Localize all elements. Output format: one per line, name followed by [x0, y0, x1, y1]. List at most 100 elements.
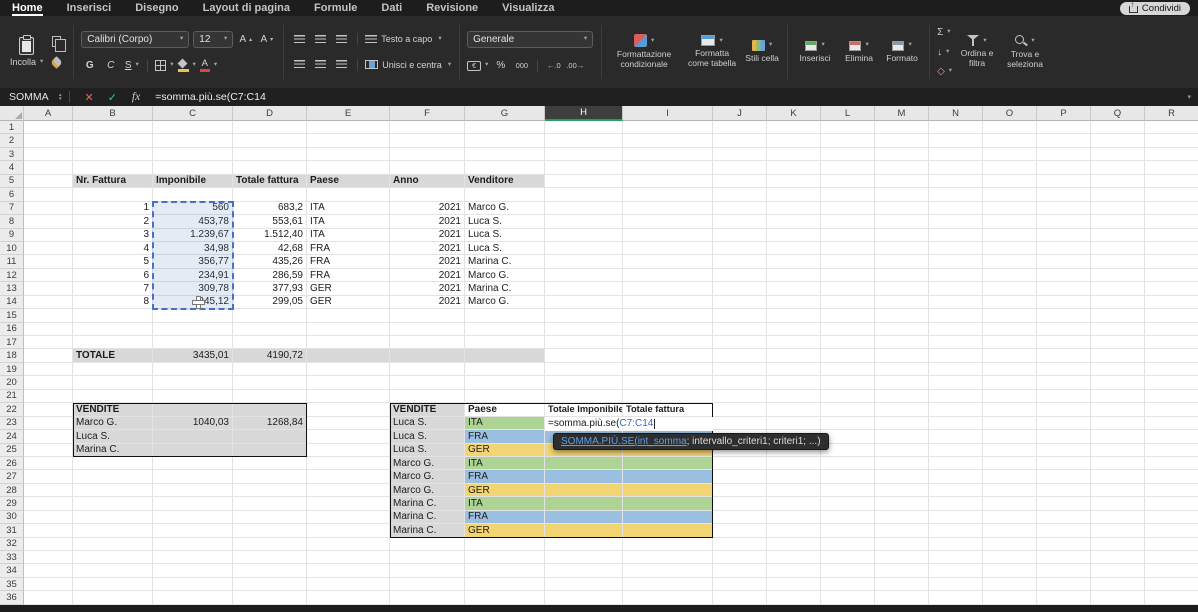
grid-cell-H33[interactable] — [545, 551, 623, 564]
grid-cell-Q18[interactable] — [1091, 349, 1145, 362]
grid-cell-Q11[interactable] — [1091, 255, 1145, 268]
grid-cell-M20[interactable] — [875, 376, 929, 389]
grid-cell-H10[interactable] — [545, 242, 623, 255]
grid-cell-D10[interactable]: 42,68 — [233, 242, 307, 255]
grid-cell-L4[interactable] — [821, 161, 875, 174]
grid-cell-M33[interactable] — [875, 551, 929, 564]
grid-cell-L19[interactable] — [821, 363, 875, 376]
grid-cell-E21[interactable] — [307, 390, 390, 403]
grid-cell-M36[interactable] — [875, 591, 929, 604]
grid-cell-P3[interactable] — [1037, 148, 1091, 161]
grid-cell-K30[interactable] — [767, 511, 821, 524]
confirm-entry-icon[interactable]: ✓ — [108, 91, 117, 104]
decrease-font-size-button[interactable]: A▾ — [258, 32, 275, 47]
row-header-36[interactable]: 36 — [0, 591, 24, 604]
grid-cell-L25[interactable] — [821, 444, 875, 457]
grid-cell-A6[interactable] — [24, 188, 73, 201]
grid-cell-Q26[interactable] — [1091, 457, 1145, 470]
grid-cell-I2[interactable] — [623, 134, 713, 147]
ribbon-tab-layout-di-pagina[interactable]: Layout di pagina — [203, 0, 290, 16]
grid-cell-I29[interactable] — [623, 497, 713, 510]
grid-cell-M18[interactable] — [875, 349, 929, 362]
grid-cell-J19[interactable] — [713, 363, 767, 376]
grid-cell-O5[interactable] — [983, 175, 1037, 188]
grid-cell-P32[interactable] — [1037, 538, 1091, 551]
grid-cell-J31[interactable] — [713, 524, 767, 537]
grid-cell-E35[interactable] — [307, 578, 390, 591]
grid-cell-H7[interactable] — [545, 202, 623, 215]
grid-cell-F4[interactable] — [390, 161, 465, 174]
grid-cell-E19[interactable] — [307, 363, 390, 376]
grid-cell-R8[interactable] — [1145, 215, 1198, 228]
grid-cell-A9[interactable] — [24, 229, 73, 242]
grid-cell-J7[interactable] — [713, 202, 767, 215]
grid-cell-I10[interactable] — [623, 242, 713, 255]
percent-format-button[interactable]: % — [492, 58, 509, 73]
grid-cell-J22[interactable] — [713, 403, 767, 416]
grid-cell-R15[interactable] — [1145, 309, 1198, 322]
grid-cell-Q5[interactable] — [1091, 175, 1145, 188]
grid-cell-J34[interactable] — [713, 564, 767, 577]
grid-cell-A25[interactable] — [24, 444, 73, 457]
grid-cell-D25[interactable] — [233, 444, 307, 457]
grid-cell-A30[interactable] — [24, 511, 73, 524]
grid-cell-F7[interactable]: 2021 — [390, 202, 465, 215]
grid-cell-C29[interactable] — [153, 497, 233, 510]
grid-cell-O25[interactable] — [983, 444, 1037, 457]
grid-cell-B31[interactable] — [73, 524, 153, 537]
grid-cell-R16[interactable] — [1145, 323, 1198, 336]
grid-cell-A5[interactable] — [24, 175, 73, 188]
grid-cell-N6[interactable] — [929, 188, 983, 201]
row-header-10[interactable]: 10 — [0, 242, 24, 255]
grid-cell-P36[interactable] — [1037, 591, 1091, 604]
align-center-button[interactable] — [312, 57, 329, 72]
row-header-30[interactable]: 30 — [0, 511, 24, 524]
grid-cell-E11[interactable]: FRA — [307, 255, 390, 268]
grid-cell-K19[interactable] — [767, 363, 821, 376]
grid-cell-G6[interactable] — [465, 188, 545, 201]
grid-cell-J27[interactable] — [713, 470, 767, 483]
grid-cell-F27[interactable]: Marco G. — [390, 470, 465, 483]
grid-cell-G16[interactable] — [465, 323, 545, 336]
grid-cell-L8[interactable] — [821, 215, 875, 228]
grid-cell-O31[interactable] — [983, 524, 1037, 537]
grid-cell-H22[interactable]: Totale Imponibile — [545, 403, 623, 416]
grid-cell-M28[interactable] — [875, 484, 929, 497]
formula-bar-expand-icon[interactable]: ▾ — [1187, 93, 1191, 101]
grid-cell-L20[interactable] — [821, 376, 875, 389]
grid-cell-R36[interactable] — [1145, 591, 1198, 604]
grid-cell-P11[interactable] — [1037, 255, 1091, 268]
grid-cell-Q10[interactable] — [1091, 242, 1145, 255]
grid-cell-P6[interactable] — [1037, 188, 1091, 201]
grid-cell-P30[interactable] — [1037, 511, 1091, 524]
grid-cell-P12[interactable] — [1037, 269, 1091, 282]
grid-cell-K11[interactable] — [767, 255, 821, 268]
conditional-formatting-button[interactable]: ▾ Formattazione condizionale — [609, 34, 679, 69]
grid-cell-B26[interactable] — [73, 457, 153, 470]
grid-cell-B10[interactable]: 4 — [73, 242, 153, 255]
grid-cell-L13[interactable] — [821, 282, 875, 295]
grid-cell-M26[interactable] — [875, 457, 929, 470]
grid-cell-O23[interactable] — [983, 417, 1037, 430]
ribbon-tab-revisione[interactable]: Revisione — [426, 0, 478, 16]
grid-cell-B7[interactable]: 1 — [73, 202, 153, 215]
ribbon-tab-inserisci[interactable]: Inserisci — [67, 0, 112, 16]
grid-cell-C35[interactable] — [153, 578, 233, 591]
grid-cell-F1[interactable] — [390, 121, 465, 134]
grid-cell-B8[interactable]: 2 — [73, 215, 153, 228]
grid-cell-M19[interactable] — [875, 363, 929, 376]
grid-cell-K29[interactable] — [767, 497, 821, 510]
column-header-L[interactable]: L — [821, 106, 875, 121]
grid-cell-A16[interactable] — [24, 323, 73, 336]
grid-cell-L11[interactable] — [821, 255, 875, 268]
align-top-button[interactable] — [291, 32, 308, 47]
grid-cell-K20[interactable] — [767, 376, 821, 389]
grid-cell-A34[interactable] — [24, 564, 73, 577]
grid-cell-A14[interactable] — [24, 296, 73, 309]
grid-cell-A11[interactable] — [24, 255, 73, 268]
grid-cell-P24[interactable] — [1037, 430, 1091, 443]
align-left-button[interactable] — [291, 57, 308, 72]
grid-cell-H5[interactable] — [545, 175, 623, 188]
grid-cell-P31[interactable] — [1037, 524, 1091, 537]
grid-cell-C6[interactable] — [153, 188, 233, 201]
